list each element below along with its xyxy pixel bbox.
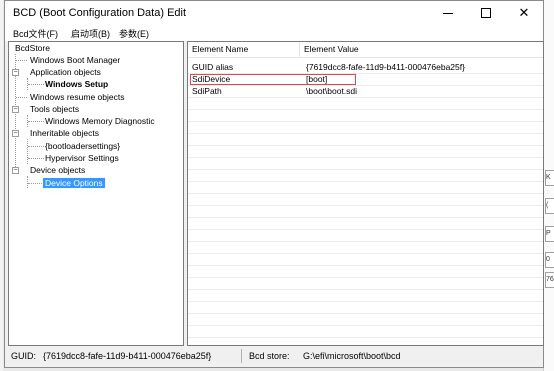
- cell-element-value: \boot\boot.sdi: [306, 86, 358, 96]
- empty-row: [188, 314, 543, 326]
- tree-item-label: Inheritable objects: [30, 128, 99, 138]
- cell-element-name: SdiPath: [192, 86, 222, 96]
- tree-item-label: Windows Memory Diagnostic: [45, 116, 155, 126]
- tree-item-device-options[interactable]: Device Options: [43, 177, 105, 189]
- minimize-icon: [443, 12, 453, 14]
- status-guid-label: GUID:: [11, 351, 37, 361]
- empty-row: [188, 206, 543, 218]
- tree-item-label: Tools objects: [30, 104, 80, 114]
- tree-item-tools-objects[interactable]: Tools objects: [30, 103, 79, 115]
- close-button[interactable]: ✕: [505, 1, 543, 25]
- title-bar[interactable]: BCD (Boot Configuration Data) Edit ✕: [5, 1, 543, 25]
- bcd-tree-view[interactable]: BcdStore Windows Boot Manager − Applicat…: [8, 41, 184, 346]
- table-row[interactable]: SdiPath \boot\boot.sdi: [188, 86, 543, 98]
- empty-row: [188, 230, 543, 242]
- status-guid-value: {7619dcc8-fafe-11d9-b411-000476eba25f}: [43, 351, 212, 361]
- list-header: Element Name Element Value: [188, 42, 543, 58]
- background-fragment: P: [545, 226, 554, 242]
- minimize-button[interactable]: [429, 1, 467, 25]
- close-icon: ✕: [518, 5, 530, 20]
- tree-item-windows-resume-objects[interactable]: Windows resume objects: [30, 91, 124, 103]
- menu-boot-entry[interactable]: 启动项(B): [71, 27, 110, 40]
- empty-row: [188, 218, 543, 230]
- empty-row: [188, 326, 543, 338]
- tree-item-application-objects[interactable]: Application objects: [30, 66, 101, 78]
- tree-item-bootloadersettings[interactable]: {bootloadersettings}: [45, 140, 120, 152]
- element-list-view[interactable]: Element Name Element Value GUID alias {7…: [187, 41, 544, 346]
- background-fragment: 76: [545, 272, 554, 288]
- status-separator: [241, 349, 242, 363]
- maximize-icon: [481, 8, 491, 18]
- tree-connector: [28, 121, 44, 122]
- menu-bar: Bcd文件(F) 启动项(B) 参数(E): [5, 25, 543, 41]
- empty-row: [188, 242, 543, 254]
- menu-bcd-file[interactable]: Bcd文件(F): [13, 27, 58, 40]
- menu-parameters[interactable]: 参数(E): [119, 27, 149, 40]
- tree-item-windows-setup[interactable]: Windows Setup: [45, 78, 108, 90]
- table-row[interactable]: GUID alias {7619dcc8-fafe-11d9-b411-0004…: [188, 62, 543, 74]
- collapse-icon[interactable]: −: [12, 167, 19, 174]
- empty-row: [188, 170, 543, 182]
- collapse-icon[interactable]: −: [12, 130, 19, 137]
- empty-row: [188, 278, 543, 290]
- empty-row: [188, 254, 543, 266]
- tree-connector: [16, 97, 27, 98]
- cell-element-name: GUID alias: [192, 62, 234, 72]
- empty-row: [188, 194, 543, 206]
- column-header-element-name[interactable]: Element Name: [188, 42, 300, 57]
- tree-item-label: BcdStore: [15, 43, 50, 53]
- tree-connector: [28, 158, 44, 159]
- tree-item-label: Application objects: [30, 67, 101, 77]
- tree-item-label: Windows Boot Manager: [30, 55, 121, 65]
- tree-item-inheritable-objects[interactable]: Inheritable objects: [30, 127, 99, 139]
- collapse-icon[interactable]: −: [12, 69, 19, 76]
- tree-connector: [28, 183, 44, 184]
- empty-row: [188, 98, 543, 110]
- background-fragment: 0: [545, 252, 554, 268]
- window-title: BCD (Boot Configuration Data) Edit: [13, 7, 187, 19]
- maximize-button[interactable]: [467, 1, 505, 25]
- tree-guide-line: [27, 139, 28, 164]
- status-store-value: G:\efi\microsoft\boot\bcd: [303, 351, 401, 361]
- tree-item-device-objects[interactable]: Device objects: [30, 164, 85, 176]
- tree-connector: [28, 84, 44, 85]
- background-app-left-edge: [0, 0, 3, 371]
- bcd-edit-window: BCD (Boot Configuration Data) Edit ✕ Bcd…: [4, 0, 544, 368]
- status-bar: GUID: {7619dcc8-fafe-11d9-b411-000476eba…: [5, 347, 543, 367]
- tree-item-windows-boot-manager[interactable]: Windows Boot Manager: [30, 54, 120, 66]
- tree-connector: [16, 60, 27, 61]
- highlight-annotation: [190, 74, 356, 85]
- empty-row: [188, 122, 543, 134]
- background-fragment: (: [545, 198, 554, 214]
- tree-item-label: Device objects: [30, 165, 86, 175]
- tree-item-label-selected: Device Options: [43, 178, 105, 188]
- empty-row: [188, 302, 543, 314]
- empty-row: [188, 158, 543, 170]
- background-fragment: K: [545, 170, 554, 186]
- background-app-right-edge: K ( P 0 76: [543, 0, 554, 371]
- empty-row: [188, 134, 543, 146]
- tree-item-windows-memory-diagnostic[interactable]: Windows Memory Diagnostic: [45, 115, 155, 127]
- empty-row: [188, 146, 543, 158]
- empty-row: [188, 266, 543, 278]
- tree-item-label: Windows resume objects: [30, 92, 125, 102]
- collapse-icon[interactable]: −: [12, 106, 19, 113]
- empty-row: [188, 290, 543, 302]
- tree-guide-line: [27, 176, 28, 188]
- tree-item-label: {bootloadersettings}: [45, 141, 121, 151]
- tree-connector: [28, 146, 44, 147]
- tree-item-bcdstore[interactable]: BcdStore: [15, 42, 50, 54]
- tree-item-hypervisor-settings[interactable]: Hypervisor Settings: [45, 152, 119, 164]
- empty-row: [188, 182, 543, 194]
- status-store-label: Bcd store:: [249, 351, 290, 361]
- cell-element-value: {7619dcc8-fafe-11d9-b411-000476eba25f}: [306, 62, 465, 72]
- empty-row: [188, 110, 543, 122]
- column-header-element-value[interactable]: Element Value: [300, 42, 543, 57]
- tree-item-label: Windows Setup: [45, 79, 109, 89]
- tree-item-label: Hypervisor Settings: [45, 153, 119, 163]
